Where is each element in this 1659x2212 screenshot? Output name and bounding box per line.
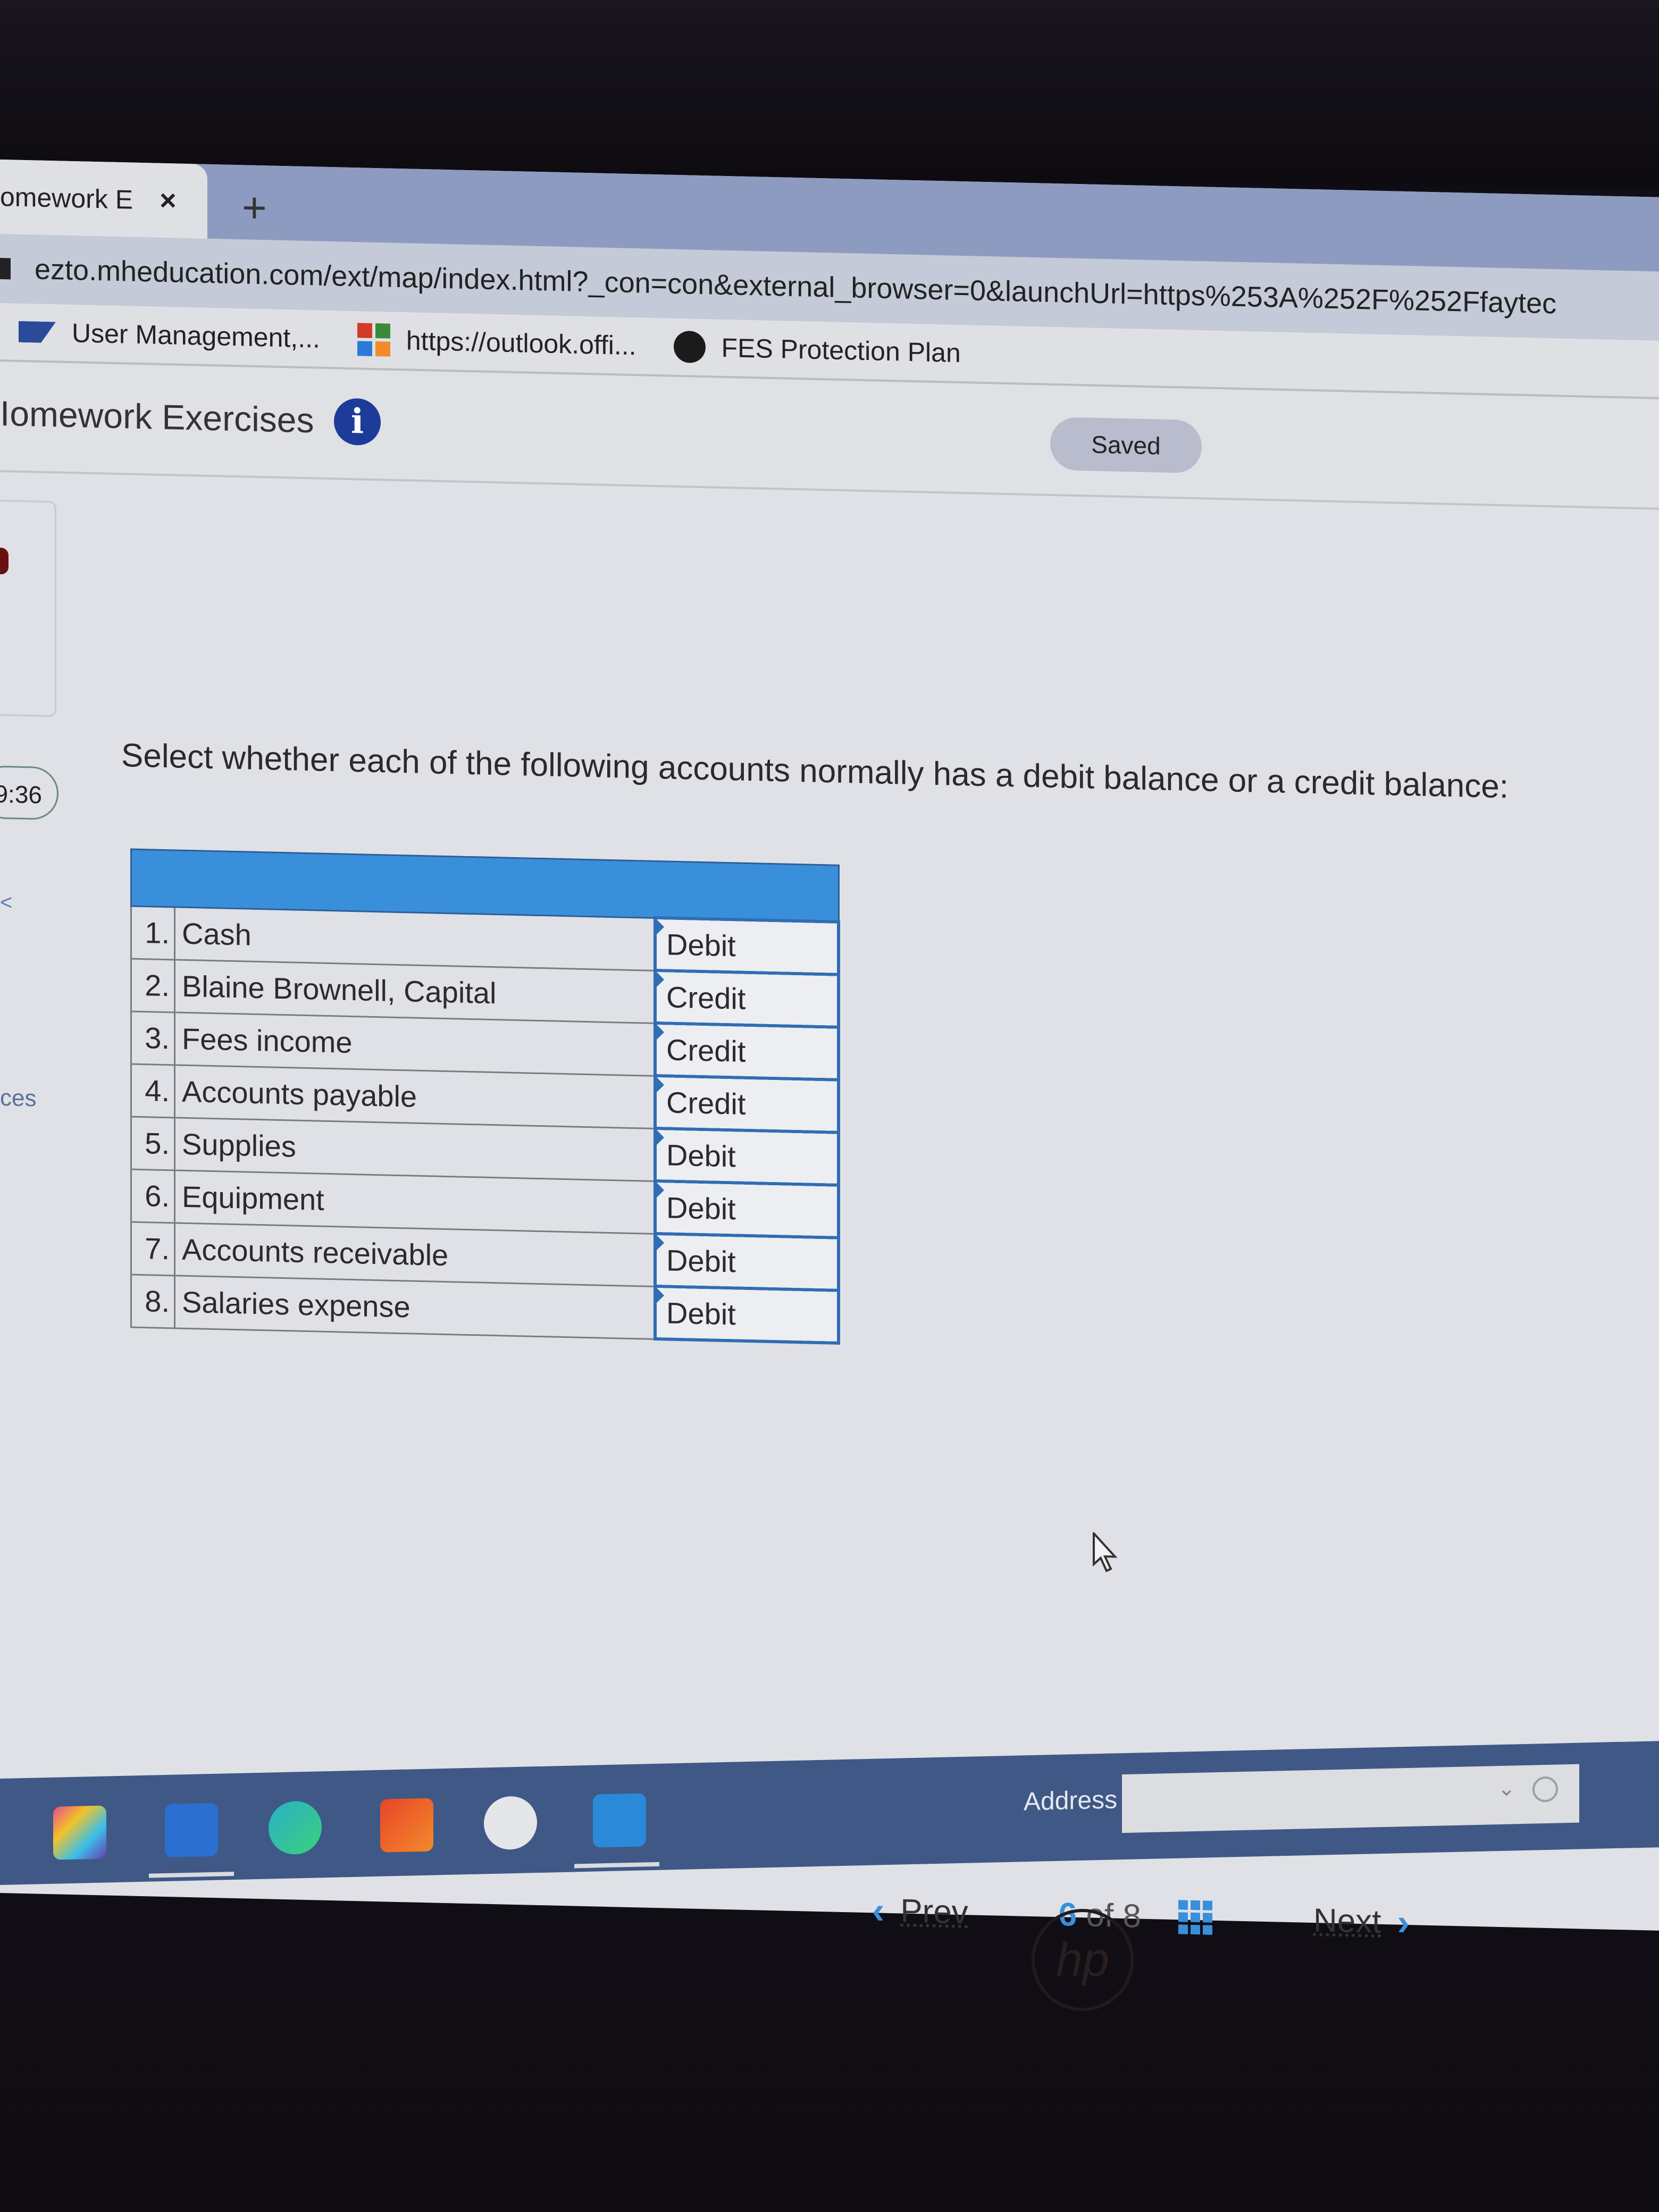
active-app-indicator (574, 1862, 659, 1869)
chevron-down-icon[interactable]: ⌄ (1497, 1776, 1515, 1801)
row-number: 3. (131, 1011, 175, 1065)
prev-button[interactable]: ‹ Prev (872, 1889, 984, 1934)
info-icon[interactable]: i (334, 398, 381, 446)
question-navigation: ‹ Prev 6 of 8 Next › (872, 1889, 1410, 1943)
office-icon[interactable] (380, 1798, 433, 1853)
tab-homework-exercises[interactable]: omework E × (0, 160, 207, 239)
browser-window: omework E × + ezto.mheducation.com/ext/m… (0, 160, 1659, 1943)
row-number: 5. (131, 1116, 175, 1170)
question-prompt: Select whether each of the following acc… (121, 737, 1509, 806)
accounts-table: 1. Cash Debit 2. Blaine Brownell, Capita… (130, 849, 840, 1345)
bookmark-label: FES Protection Plan (721, 332, 961, 368)
grid-view-icon[interactable] (1178, 1900, 1212, 1935)
active-app-indicator (149, 1872, 234, 1878)
sap-icon (19, 321, 56, 343)
balance-dropdown[interactable]: Credit (655, 1075, 839, 1133)
hp-app-icon[interactable] (484, 1796, 537, 1850)
sidebar-indicator (0, 547, 9, 575)
balance-dropdown[interactable]: Debit (655, 1180, 839, 1238)
address-toolbar-label: Address (1024, 1786, 1118, 1816)
prev-label: Prev (900, 1892, 968, 1931)
hp-bezel-logo: hp (1032, 1909, 1134, 2011)
balance-dropdown[interactable]: Debit (655, 1286, 839, 1343)
tab-title: omework E (0, 182, 133, 215)
word-icon[interactable] (165, 1803, 218, 1857)
row-number: 6. (131, 1169, 175, 1223)
balance-dropdown[interactable]: Credit (655, 970, 839, 1027)
bookmark-label: User Management,... (72, 318, 320, 354)
fes-icon (673, 330, 706, 364)
edge-icon[interactable] (269, 1800, 322, 1855)
collapse-chevron-icon[interactable]: < (0, 891, 12, 915)
saved-status-badge: Saved (1050, 416, 1202, 474)
row-number: 4. (131, 1063, 175, 1118)
row-number: 8. (131, 1274, 175, 1328)
lock-icon (0, 258, 11, 280)
account-name: Salaries expense (174, 1275, 655, 1339)
timer-badge: 9:36 (0, 765, 58, 820)
page-title: Iomework Exercises (0, 393, 314, 440)
next-label: Next (1313, 1901, 1381, 1940)
next-button[interactable]: Next › (1297, 1898, 1410, 1943)
references-link[interactable]: ces (0, 1085, 36, 1112)
balance-dropdown[interactable]: Debit (655, 1233, 839, 1291)
row-number: 1. (131, 906, 175, 960)
chevron-left-icon: ‹ (872, 1889, 885, 1931)
balance-dropdown[interactable]: Debit (655, 917, 839, 975)
bookmark-outlook[interactable]: https://outlook.offi... (357, 323, 636, 362)
address-toolbar-input[interactable]: ⌄ (1122, 1764, 1579, 1833)
bookmark-fes-protection-plan[interactable]: FES Protection Plan (673, 330, 961, 369)
microsoft-icon (357, 323, 390, 357)
total-pages: 8 (1122, 1897, 1141, 1935)
chevron-right-icon: › (1397, 1901, 1410, 1943)
row-number: 7. (131, 1221, 175, 1276)
new-tab-button[interactable]: + (242, 183, 267, 231)
balance-dropdown[interactable]: Debit (655, 1128, 839, 1185)
close-tab-icon[interactable]: × (160, 184, 177, 217)
word-doc-icon[interactable] (593, 1793, 646, 1848)
balance-dropdown[interactable]: Credit (655, 1023, 839, 1080)
bookmark-label: https://outlook.offi... (406, 325, 636, 361)
sidebar-panel (0, 499, 56, 717)
row-number: 2. (131, 958, 175, 1012)
refresh-icon[interactable] (1532, 1776, 1558, 1803)
bookmark-user-management[interactable]: User Management,... (19, 316, 320, 354)
paint-app-icon[interactable] (53, 1805, 106, 1860)
